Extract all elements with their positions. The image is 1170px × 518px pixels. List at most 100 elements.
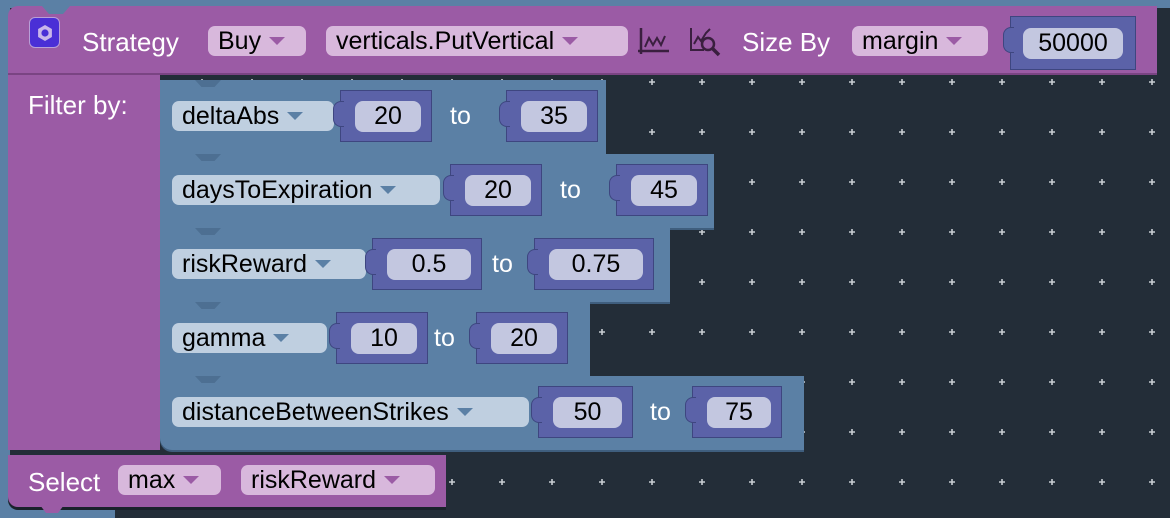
gear-icon[interactable] — [29, 17, 60, 48]
to-label: to — [434, 324, 455, 352]
size-value-block[interactable]: 50000 — [1003, 16, 1136, 70]
filter-field-dropdown[interactable]: deltaAbs — [172, 101, 334, 131]
grid-dot — [1149, 229, 1155, 235]
filter-min-input[interactable]: 20 — [465, 175, 531, 206]
grid-dot — [1049, 229, 1055, 235]
to-label: to — [450, 102, 471, 130]
size-by-dropdown[interactable]: margin — [852, 26, 988, 56]
chevron-down-icon — [287, 112, 304, 120]
grid-dot — [849, 329, 855, 335]
grid-dot — [899, 129, 905, 135]
filter-field-dropdown[interactable]: daysToExpiration — [172, 175, 440, 205]
filter-max-input[interactable]: 0.75 — [549, 249, 643, 280]
grid-dot — [899, 479, 905, 485]
select-field-dropdown[interactable]: riskReward — [241, 465, 435, 495]
filter-field-dropdown[interactable]: distanceBetweenStrikes — [172, 397, 529, 427]
action-dropdown[interactable]: Buy — [208, 26, 306, 56]
filter-min-input[interactable]: 10 — [351, 323, 417, 354]
grid-dot — [849, 229, 855, 235]
grid-dot — [899, 79, 905, 85]
chevron-down-icon — [380, 186, 397, 194]
grid-dot — [949, 479, 955, 485]
chevron-down-icon — [384, 476, 401, 484]
grid-dot — [999, 129, 1005, 135]
grid-dot — [1099, 479, 1105, 485]
filter-min-block[interactable]: 10 — [329, 312, 428, 364]
grid-dot — [899, 229, 905, 235]
filter-field-value: gamma — [182, 323, 266, 352]
grid-dot — [849, 79, 855, 85]
grid-dot — [899, 279, 905, 285]
grid-dot — [749, 79, 755, 85]
grid-dot — [699, 79, 705, 85]
line-chart-icon[interactable] — [636, 24, 672, 58]
filter-max-block[interactable]: 75 — [685, 386, 782, 438]
filter-max-input[interactable]: 20 — [491, 323, 557, 354]
grid-dot — [949, 129, 955, 135]
chart-search-icon[interactable] — [688, 24, 724, 58]
action-value: Buy — [218, 26, 262, 55]
filter-min-block[interactable]: 20 — [443, 164, 542, 216]
filter-max-block[interactable]: 35 — [499, 90, 598, 142]
grid-dot — [1149, 129, 1155, 135]
grid-dot — [1099, 279, 1105, 285]
filter-field-dropdown[interactable]: riskReward — [172, 249, 366, 279]
filter-min-block[interactable]: 50 — [531, 386, 633, 438]
filter-field-dropdown[interactable]: gamma — [172, 323, 327, 353]
grid-dot — [1099, 329, 1105, 335]
grid-dot — [1149, 179, 1155, 185]
grid-dot — [1149, 279, 1155, 285]
grid-dot — [1099, 79, 1105, 85]
grid-dot — [1149, 329, 1155, 335]
filter-max-input[interactable]: 45 — [631, 175, 697, 206]
grid-dot — [999, 279, 1005, 285]
chevron-down-icon — [269, 37, 286, 45]
grid-dot — [849, 279, 855, 285]
grid-dot — [699, 479, 705, 485]
grid-dot — [999, 179, 1005, 185]
filter-max-input[interactable]: 75 — [707, 397, 771, 428]
filter-max-block[interactable]: 20 — [469, 312, 568, 364]
filter-max-block[interactable]: 0.75 — [527, 238, 654, 290]
grid-dot — [949, 429, 955, 435]
grid-dot — [699, 229, 705, 235]
filter-min-input[interactable]: 50 — [553, 397, 622, 428]
grid-dot — [1049, 379, 1055, 385]
grid-dot — [1149, 479, 1155, 485]
grid-dot — [699, 279, 705, 285]
select-mode-dropdown[interactable]: max — [118, 465, 221, 495]
filter-min-input[interactable]: 0.5 — [387, 249, 471, 280]
grid-dot — [1049, 79, 1055, 85]
filter-field-value: riskReward — [182, 249, 308, 278]
block-notch — [195, 80, 221, 87]
grid-dot — [1099, 229, 1105, 235]
to-label: to — [492, 250, 513, 278]
grid-dot — [999, 229, 1005, 235]
grid-dot — [799, 329, 805, 335]
chevron-down-icon — [183, 476, 200, 484]
grid-dot — [799, 129, 805, 135]
grid-dot — [749, 129, 755, 135]
grid-dot — [899, 379, 905, 385]
grid-dot — [899, 429, 905, 435]
to-label: to — [650, 398, 671, 426]
size-value-input[interactable]: 50000 — [1023, 28, 1123, 59]
grid-dot — [649, 129, 655, 135]
grid-dot — [749, 329, 755, 335]
grid-dot — [649, 479, 655, 485]
filter-field-value: deltaAbs — [182, 101, 280, 130]
filter-by-label: Filter by: — [28, 90, 128, 120]
grid-dot — [949, 329, 955, 335]
filter-field-value: daysToExpiration — [182, 175, 373, 204]
size-by-value: margin — [862, 26, 939, 55]
grid-dot — [749, 279, 755, 285]
filter-max-input[interactable]: 35 — [521, 101, 587, 132]
grid-dot — [1149, 379, 1155, 385]
filter-max-block[interactable]: 45 — [609, 164, 708, 216]
filter-min-input[interactable]: 20 — [355, 101, 421, 132]
filter-min-block[interactable]: 0.5 — [365, 238, 482, 290]
strategy-type-dropdown[interactable]: verticals.PutVertical — [326, 26, 628, 56]
select-label: Select — [28, 467, 101, 497]
grid-dot — [849, 479, 855, 485]
filter-min-block[interactable]: 20 — [333, 90, 432, 142]
